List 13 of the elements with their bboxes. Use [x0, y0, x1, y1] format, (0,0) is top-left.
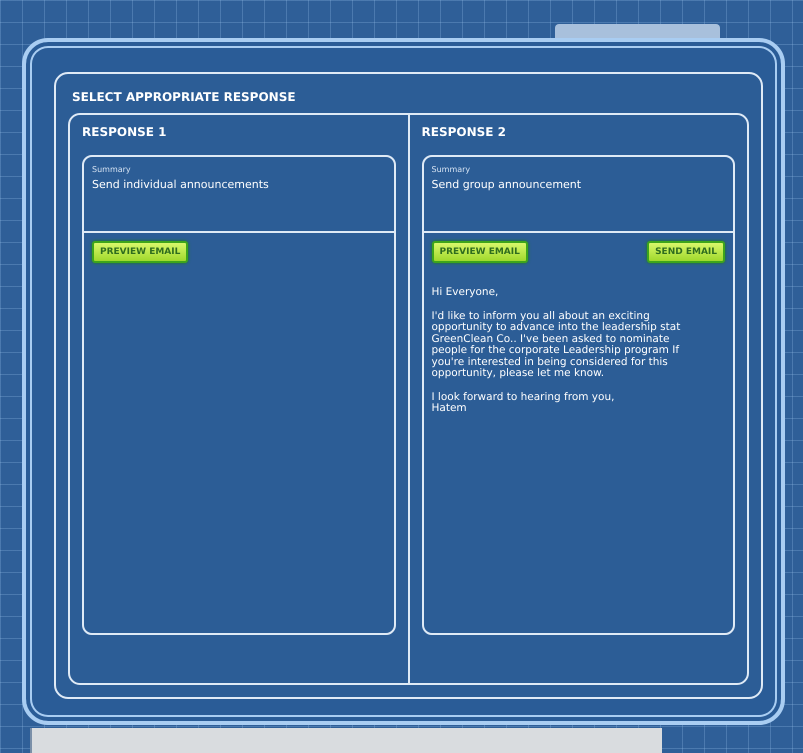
summary-label: Summary	[92, 165, 132, 174]
response-title: RESPONSE 2	[422, 125, 507, 139]
email-paragraph: I look forward to hearing from you, Hatem	[432, 392, 616, 415]
email-paragraph: Hi Everyone,	[432, 287, 500, 299]
summary-label: Summary	[432, 165, 472, 174]
dialog-title: SELECT APPROPRIATE RESPONSE	[71, 89, 297, 106]
preview-email-button[interactable]: PREVIEW EMAIL	[92, 241, 188, 263]
summary-text: Send group announcement	[432, 178, 582, 191]
response-title: RESPONSE 1	[82, 125, 168, 139]
summary-text: Send individual announcements	[92, 178, 270, 191]
preview-email-button[interactable]: PREVIEW EMAIL	[432, 241, 528, 263]
email-paragraph: I'd like to inform you all about an exciting opportunity to advance into the leadership stat GreenClean Co.. I've been asked to nominate people for the corporate Leadership program If you're interested in being considered for this opportunity, please let me know.	[432, 310, 682, 380]
send-email-button[interactable]: SEND EMAIL	[647, 241, 725, 263]
